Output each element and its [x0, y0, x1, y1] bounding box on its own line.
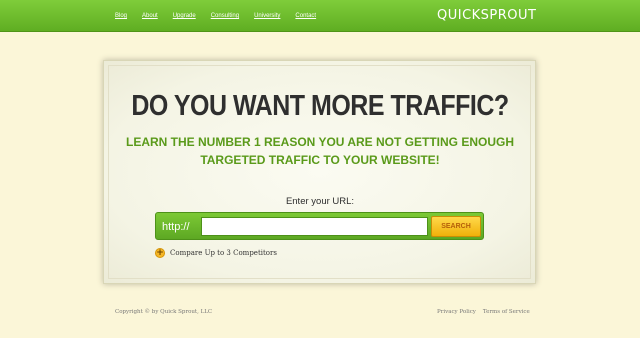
page-headline: DO YOU WANT MORE TRAFFIC? [131, 89, 509, 123]
nav-link-consulting[interactable]: Consulting [211, 13, 239, 19]
subhead-line-2: TARGETED TRAFFIC TO YOUR WEBSITE! [200, 153, 440, 167]
nav-link-contact[interactable]: Contact [295, 13, 316, 19]
main-nav: Blog About Upgrade Consulting University… [115, 13, 331, 19]
copyright-text: Copyright © by Quick Sprout, LLC [115, 309, 213, 315]
url-field-label: Enter your URL: [285, 196, 355, 207]
plus-icon[interactable]: + [155, 248, 165, 258]
url-search-form: http:// SEARCH [155, 212, 484, 240]
url-prefix: http:// [162, 221, 190, 233]
search-button[interactable]: SEARCH [431, 216, 481, 237]
quicksprout-logo[interactable]: QUICKSPROUT [437, 8, 537, 23]
url-input[interactable] [201, 217, 428, 236]
nav-link-blog[interactable]: Blog [115, 13, 127, 19]
page-subheadline: LEARN THE NUMBER 1 REASON YOU ARE NOT GE… [0, 133, 640, 169]
compare-competitors-label: Compare Up to 3 Competitors [170, 249, 277, 257]
privacy-policy-link[interactable]: Privacy Policy [437, 309, 476, 315]
nav-link-university[interactable]: University [254, 13, 280, 19]
nav-link-upgrade[interactable]: Upgrade [173, 13, 196, 19]
nav-link-about[interactable]: About [142, 13, 158, 19]
compare-competitors-toggle[interactable]: + Compare Up to 3 Competitors [155, 248, 277, 258]
top-nav-bar: Blog About Upgrade Consulting University… [0, 0, 640, 32]
footer-links: Privacy Policy Terms of Service [437, 309, 537, 315]
subhead-line-1: LEARN THE NUMBER 1 REASON YOU ARE NOT GE… [125, 135, 515, 149]
terms-of-service-link[interactable]: Terms of Service [483, 309, 530, 315]
